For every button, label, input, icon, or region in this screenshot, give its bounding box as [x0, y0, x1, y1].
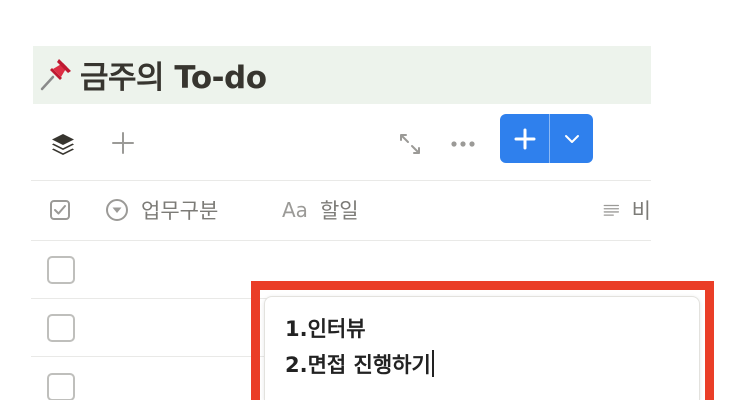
- row-divider: [31, 240, 651, 241]
- page-title-row: 금주의 To-do: [38, 52, 267, 96]
- more-icon[interactable]: [448, 130, 478, 158]
- checkbox-icon: [50, 200, 70, 220]
- cell-editor[interactable]: 1.인터뷰 2.면접 진행하기: [264, 296, 700, 400]
- new-dropdown-button[interactable]: [550, 114, 593, 163]
- text-type-icon: Aa: [282, 198, 308, 222]
- column-label: 업무구분: [141, 199, 219, 223]
- new-button-group: [500, 114, 593, 163]
- new-button[interactable]: [500, 114, 550, 163]
- text-cursor: [431, 350, 434, 377]
- row-checkbox[interactable]: [47, 314, 75, 342]
- column-header-category[interactable]: 업무구분: [105, 192, 218, 228]
- column-label: 비: [631, 199, 651, 223]
- editor-line-active: 2.면접 진행하기: [285, 349, 434, 379]
- layers-icon[interactable]: [46, 128, 80, 160]
- table-top-divider: [31, 180, 651, 181]
- plus-icon: [514, 128, 535, 149]
- editor-line: 1.인터뷰: [285, 317, 366, 341]
- pushpin-icon: [40, 59, 71, 91]
- select-icon: [106, 199, 128, 221]
- chevron-down-icon: [564, 134, 579, 143]
- row-checkbox[interactable]: [47, 256, 75, 284]
- editor-line-text: 2.면접 진행하기: [285, 353, 431, 377]
- expand-icon[interactable]: [396, 130, 424, 158]
- column-header-extra[interactable]: 비: [603, 192, 651, 228]
- add-view-plus-icon[interactable]: [108, 128, 138, 158]
- lines-icon: [603, 204, 620, 216]
- column-header-task[interactable]: Aa 할일: [282, 192, 359, 228]
- column-header-checkbox[interactable]: [49, 192, 71, 228]
- row-checkbox[interactable]: [47, 373, 75, 400]
- page-title[interactable]: 금주의 To-do: [80, 52, 267, 97]
- column-label: 할일: [319, 199, 359, 223]
